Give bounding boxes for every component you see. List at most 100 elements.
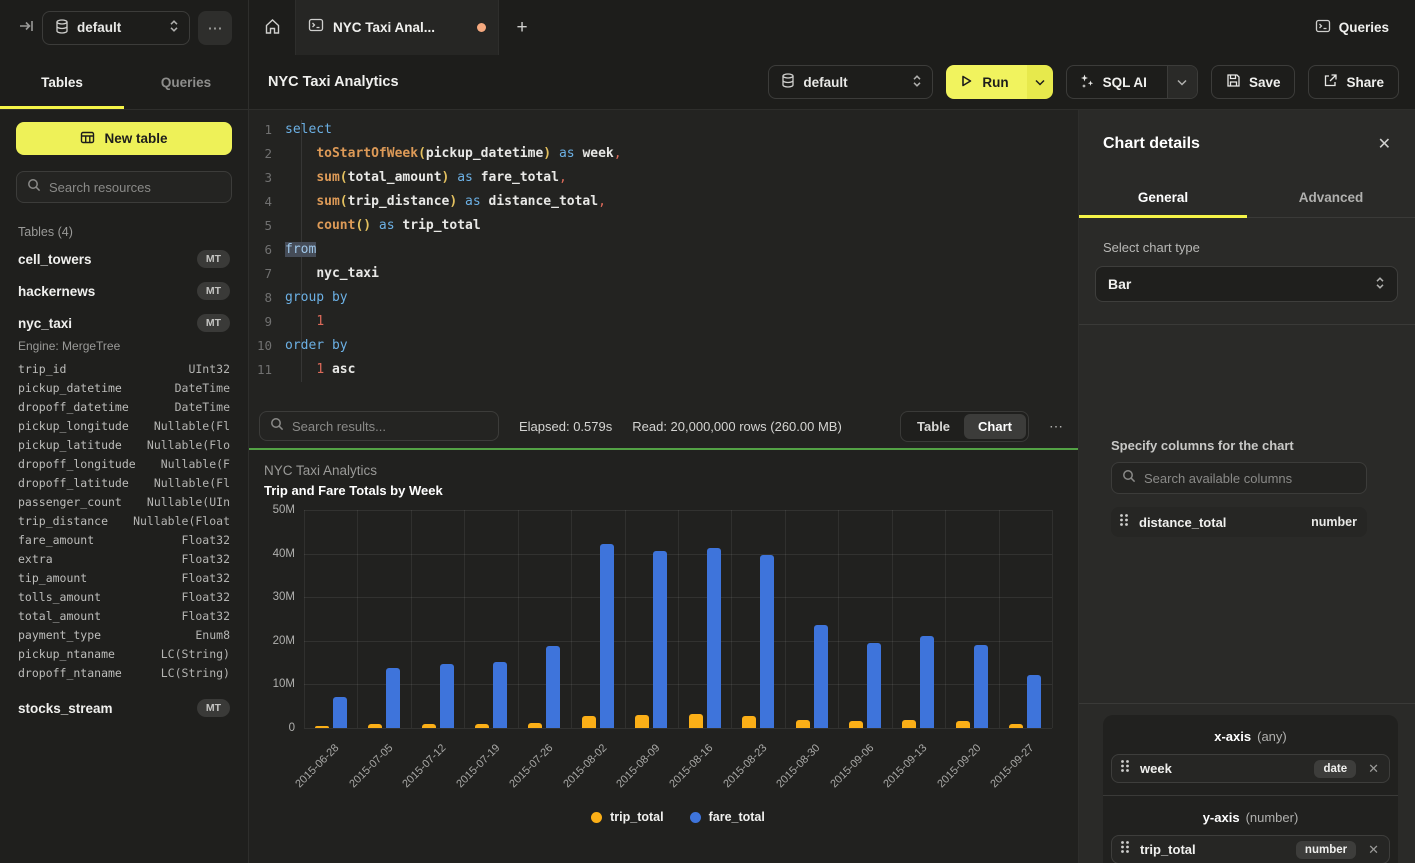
new-table-button[interactable]: New table [16, 122, 232, 155]
view-toggle-table[interactable]: Table [903, 414, 964, 439]
trip_total-bar [902, 720, 916, 728]
fare_total-bar [493, 662, 507, 728]
close-panel-button[interactable]: ✕ [1378, 134, 1391, 154]
code-line: 7 nyc_taxi [249, 262, 1078, 286]
code-line: 1select [249, 118, 1078, 142]
bar-group [999, 510, 1052, 728]
table-name: nyc_taxi [18, 316, 72, 331]
home-button[interactable] [249, 0, 296, 55]
code-line: 9 1 [249, 310, 1078, 334]
query-tab[interactable]: NYC Taxi Anal... [296, 0, 499, 55]
column-type: DateTime [175, 400, 230, 414]
code-token: trip_distance [348, 194, 450, 209]
sql-editor[interactable]: 1select2 toStartOfWeek(pickup_datetime) … [249, 110, 1078, 404]
axis-config: x-axis(any) weekdate✕ y-axis(number) tri… [1103, 715, 1398, 863]
chart-type-select[interactable]: Bar [1095, 266, 1398, 302]
code-token: select [285, 122, 332, 137]
line-number: 2 [249, 142, 285, 166]
x-tick-label: 2015-07-12 [388, 742, 449, 803]
column-type: Nullable(Flo [147, 438, 230, 452]
table-list-item[interactable]: nyc_taxiMT [16, 307, 232, 339]
column-type: LC(String) [161, 647, 230, 661]
column-name: dropoff_ntaname [18, 666, 122, 680]
view-toggle-chart[interactable]: Chart [964, 414, 1026, 439]
column-name: passenger_count [18, 495, 122, 509]
new-tab-button[interactable]: + [499, 0, 545, 55]
code-token: () [355, 218, 371, 233]
drag-handle-icon[interactable] [1120, 840, 1130, 859]
results-search-input[interactable] [292, 419, 488, 434]
code-token: order by [285, 338, 348, 353]
y-tick-label: 40M [249, 548, 295, 560]
resource-search-input[interactable] [49, 180, 221, 195]
remove-column-button[interactable]: ✕ [1366, 842, 1381, 858]
sql-ai-button[interactable]: SQL AI [1066, 65, 1198, 99]
bar-group [731, 510, 784, 728]
run-button-main: Run [946, 65, 1026, 99]
sidebar-tab-queries[interactable]: Queries [124, 55, 248, 109]
column-type: Nullable(Float [133, 514, 230, 528]
results-search[interactable] [259, 411, 499, 441]
divider [1079, 324, 1415, 325]
axis-item-type-badge: date [1314, 760, 1356, 778]
column-name: payment_type [18, 628, 101, 642]
table-list-item[interactable]: cell_towersMT [16, 243, 232, 275]
collapse-sidebar-button[interactable] [18, 18, 34, 37]
ellipsis-icon: ⋯ [208, 20, 223, 37]
legend-label: trip_total [610, 810, 663, 824]
remove-column-button[interactable]: ✕ [1366, 761, 1381, 777]
column-row: trip_idUInt32 [16, 359, 232, 378]
available-column-distance-total[interactable]: distance_total number [1111, 507, 1367, 537]
code-line: 8group by [249, 286, 1078, 310]
share-button[interactable]: Share [1308, 65, 1399, 99]
run-button[interactable]: Run [946, 65, 1052, 99]
drag-handle-icon[interactable] [1119, 513, 1129, 532]
trip_total-bar [956, 721, 970, 728]
table-list-item[interactable]: stocks_streamMT [16, 692, 232, 724]
chart-legend: trip_totalfare_total [304, 810, 1052, 824]
share-icon [1323, 73, 1338, 91]
code-token [285, 170, 316, 185]
bar-group [785, 510, 838, 728]
table-list-item[interactable]: hackernewsMT [16, 275, 232, 307]
run-database-selector-value: default [803, 75, 904, 90]
database-selector-value: default [77, 20, 161, 35]
columns-section-label: Specify columns for the chart [1111, 438, 1294, 453]
queries-button[interactable]: Queries [1315, 18, 1389, 37]
fare_total-bar [974, 645, 988, 728]
columns-search-input[interactable] [1144, 471, 1356, 486]
code-line: 4 sum(trip_distance) as distance_total, [249, 190, 1078, 214]
column-name: trip_distance [18, 514, 108, 528]
rows-read-stat: Read: 20,000,000 rows (260.00 MB) [632, 419, 842, 434]
save-icon [1226, 73, 1241, 91]
y-tick-label: 30M [249, 591, 295, 603]
y-axis-item-trip_total[interactable]: trip_totalnumber✕ [1111, 835, 1390, 863]
y-axis-heading: y-axis(number) [1111, 796, 1390, 835]
drag-handle-icon[interactable] [1120, 759, 1130, 778]
code-token: fare_total [481, 170, 559, 185]
code-line: 3 sum(total_amount) as fare_total, [249, 166, 1078, 190]
run-database-selector[interactable]: default [768, 65, 933, 99]
save-button[interactable]: Save [1211, 65, 1296, 99]
x-tick-label: 2015-09-13 [869, 742, 930, 803]
resource-search[interactable] [16, 171, 232, 203]
engine-badge: MT [197, 250, 230, 268]
sql-ai-caret[interactable] [1167, 66, 1197, 98]
sidebar-tab-tables[interactable]: Tables [0, 55, 124, 109]
x-axis-item-week[interactable]: weekdate✕ [1111, 754, 1390, 783]
table-engine: Engine: MergeTree [16, 339, 232, 359]
code-token [285, 146, 316, 161]
run-options-caret[interactable] [1027, 65, 1053, 99]
columns-search[interactable] [1111, 462, 1367, 494]
sidebar-more-button[interactable]: ⋯ [198, 11, 232, 45]
top-bar-right: Queries [1315, 0, 1415, 55]
column-name: trip_id [18, 362, 66, 376]
terminal-icon [308, 17, 324, 38]
tab-advanced[interactable]: Advanced [1247, 178, 1415, 217]
trip_total-bar [475, 724, 489, 728]
terminal-icon [1315, 18, 1331, 37]
tab-general[interactable]: General [1079, 178, 1247, 217]
chevron-updown-icon [1375, 276, 1385, 293]
database-selector[interactable]: default [42, 11, 190, 45]
results-more-button[interactable]: ⋯ [1049, 418, 1064, 435]
